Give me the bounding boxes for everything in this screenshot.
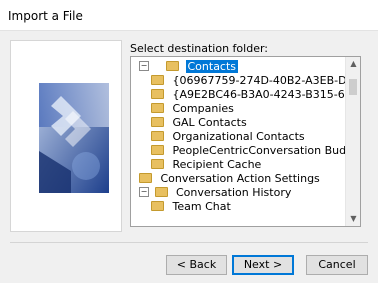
tree-item-label: Conversation Action Settings bbox=[160, 172, 320, 185]
folder-icon bbox=[151, 75, 164, 85]
tree-item-conversation-action-settings[interactable]: Conversation Action Settings bbox=[139, 172, 322, 186]
scroll-thumb[interactable] bbox=[349, 79, 357, 95]
cancel-button[interactable]: Cancel bbox=[306, 255, 368, 275]
tree-item-recipient-cache[interactable]: Recipient Cache bbox=[151, 158, 263, 172]
import-dialog: Import a File Select destination folder: bbox=[0, 0, 378, 283]
tree-item-label: Recipient Cache bbox=[172, 158, 262, 171]
tree-item-gal-contacts[interactable]: GAL Contacts bbox=[151, 116, 249, 130]
folder-icon bbox=[151, 131, 164, 141]
wizard-art-icon bbox=[39, 83, 109, 193]
contacts-folder-icon bbox=[166, 61, 179, 71]
footer-divider bbox=[10, 242, 368, 243]
folder-icon bbox=[151, 89, 164, 99]
tree-item-organizational-contacts[interactable]: Organizational Contacts bbox=[151, 130, 307, 144]
tree-item-conversation-history[interactable]: − Conversation History bbox=[139, 186, 293, 200]
tree-item[interactable]: {06967759-274D-40B2-A3EB-D7F9E73727D7} bbox=[151, 74, 361, 88]
tree-item-label: PeopleCentricConversation Buddies bbox=[172, 144, 361, 157]
scroll-down-icon[interactable]: ▼ bbox=[346, 212, 360, 226]
tree-item-label: GAL Contacts bbox=[172, 116, 247, 129]
folder-tree[interactable]: − Contacts {06967759-274D-40B2-A3EB-D7F9… bbox=[130, 56, 361, 227]
folder-icon bbox=[139, 173, 152, 183]
tree-item-label: Companies bbox=[172, 102, 234, 115]
tree-item-label: Organizational Contacts bbox=[172, 130, 305, 143]
destination-folder-label: Select destination folder: bbox=[130, 42, 269, 55]
title-bar[interactable]: Import a File bbox=[0, 0, 378, 31]
collapse-toggle-icon[interactable]: − bbox=[139, 61, 149, 71]
folder-icon bbox=[151, 145, 164, 155]
tree-item[interactable]: {A9E2BC46-B3A0-4243-B315-60D991004455} bbox=[151, 88, 361, 102]
tree-item-label: {06967759-274D-40B2-A3EB-D7F9E73727D7} bbox=[172, 74, 361, 87]
folder-icon bbox=[151, 117, 164, 127]
folder-icon bbox=[151, 159, 164, 169]
tree-item-contacts[interactable]: − Contacts bbox=[139, 60, 239, 74]
tree-item-team-chat[interactable]: Team Chat bbox=[151, 200, 233, 214]
wizard-illustration bbox=[10, 40, 122, 232]
back-button[interactable]: < Back bbox=[166, 255, 227, 275]
folder-icon bbox=[154, 187, 168, 197]
folder-icon bbox=[151, 201, 164, 211]
tree-item-label: {A9E2BC46-B3A0-4243-B315-60D991004455} bbox=[172, 88, 361, 101]
tree-item-companies[interactable]: Companies bbox=[151, 102, 236, 116]
window-title: Import a File bbox=[8, 9, 83, 23]
tree-item-label: Contacts bbox=[185, 60, 239, 73]
folder-icon bbox=[151, 103, 164, 113]
scroll-up-icon[interactable]: ▲ bbox=[346, 57, 360, 71]
tree-item-label: Team Chat bbox=[172, 200, 231, 213]
tree-item-label: Conversation History bbox=[176, 186, 292, 199]
next-button[interactable]: Next > bbox=[232, 255, 294, 275]
tree-item-peoplecentric-buddies[interactable]: PeopleCentricConversation Buddies bbox=[151, 144, 361, 158]
collapse-toggle-icon[interactable]: − bbox=[139, 187, 149, 197]
tree-scrollbar[interactable]: ▲ ▼ bbox=[345, 57, 360, 226]
